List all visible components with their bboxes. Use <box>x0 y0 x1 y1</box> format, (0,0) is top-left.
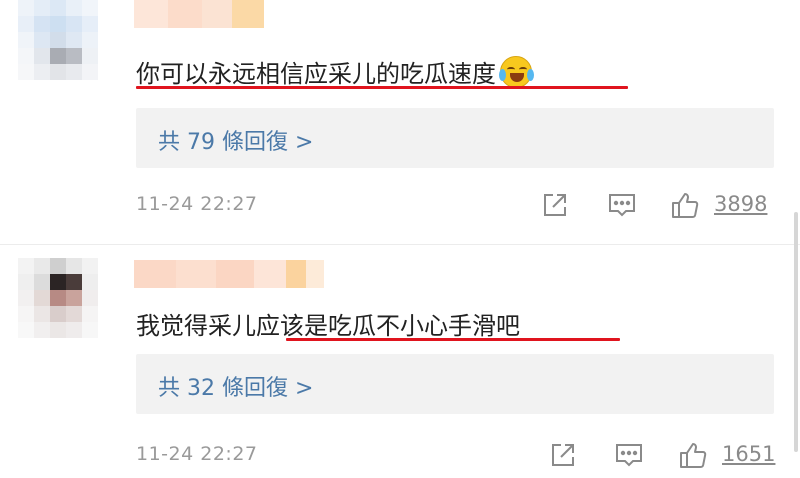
highlight-underline <box>136 86 628 89</box>
view-replies-button[interactable]: 共 79 條回復 > <box>136 108 774 168</box>
comment-text-content: 我觉得采儿应该是吃瓜不小心手滑吧 <box>136 312 520 340</box>
share-button[interactable] <box>548 440 582 472</box>
thumbs-up-icon <box>672 193 699 218</box>
highlight-underline <box>286 338 620 341</box>
comment-meta-bar: 11-24 22:27 3898 <box>0 188 800 224</box>
comment-divider <box>0 244 800 245</box>
view-replies-button[interactable]: 共 32 條回復 > <box>136 354 774 414</box>
like-button[interactable] <box>670 190 704 222</box>
timestamp: 11-24 22:27 <box>136 193 258 215</box>
replies-label: 共 79 條回復 > <box>158 130 314 155</box>
replies-label: 共 32 條回復 > <box>158 376 314 401</box>
timestamp: 11-24 22:27 <box>136 443 258 465</box>
laughing-crying-emoji-icon <box>499 56 534 88</box>
share-icon <box>544 194 566 216</box>
comment-text: 你可以永远相信应采儿的吃瓜速度 <box>136 54 534 89</box>
like-count[interactable]: 1651 <box>722 442 775 466</box>
avatar[interactable] <box>18 0 102 84</box>
thumbs-up-icon <box>680 443 707 468</box>
comment-meta-bar: 11-24 22:27 1651 <box>0 438 800 474</box>
comment-text-content: 你可以永远相信应采儿的吃瓜速度 <box>136 60 496 88</box>
username-blurred[interactable] <box>134 0 264 28</box>
like-count[interactable]: 3898 <box>714 192 767 216</box>
comment-icon <box>609 194 635 217</box>
comment-icon <box>616 444 642 467</box>
scrollbar[interactable] <box>794 212 798 452</box>
share-button[interactable] <box>540 190 574 222</box>
avatar[interactable] <box>18 258 102 342</box>
comment-item: 我觉得采儿应该是吃瓜不小心手滑吧 共 32 條回復 > 11-24 22:27 … <box>0 250 800 478</box>
comment-button[interactable] <box>614 440 648 472</box>
comment-item: 你可以永远相信应采儿的吃瓜速度 共 79 條回復 > 11-24 22:27 3… <box>0 0 800 240</box>
comment-text: 我觉得采儿应该是吃瓜不小心手滑吧 <box>136 306 520 341</box>
username-blurred[interactable] <box>134 260 324 288</box>
comment-button[interactable] <box>607 190 641 222</box>
share-icon <box>552 444 574 466</box>
like-button[interactable] <box>678 440 712 472</box>
